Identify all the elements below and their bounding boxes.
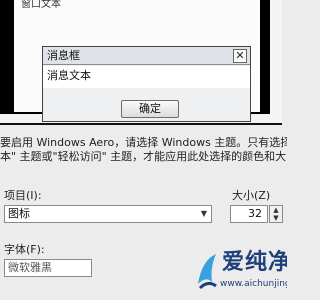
watermark-title: 爱纯净 [222, 250, 287, 275]
message-box-title-bar: 消息框 ✕ [43, 47, 250, 65]
message-box-body: 消息文本 [43, 66, 250, 88]
size-spinner[interactable]: ▲ ▼ [269, 205, 283, 223]
item-select[interactable]: 图标 ▼ [4, 205, 212, 223]
item-select-value: 图标 [8, 207, 30, 220]
message-box-preview: 消息框 ✕ 消息文本 确定 [42, 46, 251, 122]
message-box-text: 消息文本 [47, 69, 91, 82]
ok-button[interactable]: 确定 [121, 100, 179, 118]
window-color-appearance-dialog: 窗口文本 消息框 ✕ 消息文本 确定 要启用 Windows Aero，请选择 … [0, 0, 287, 300]
watermark-logo-icon [198, 254, 217, 290]
font-select-value: 微软雅黑 [8, 261, 52, 274]
spin-up-icon[interactable]: ▲ [270, 206, 282, 214]
message-box-title: 消息框 [47, 49, 80, 62]
description-text: 要启用 Windows Aero，请选择 Windows 主题。只有选择 本" … [0, 136, 287, 164]
spin-down-icon[interactable]: ▼ [270, 214, 282, 222]
font-label: 字体(F): [4, 243, 45, 256]
size-value: 32 [248, 207, 262, 220]
chevron-down-icon[interactable]: ▼ [201, 208, 207, 220]
watermark-url: www.aichunjing.com [220, 279, 287, 289]
size-label: 大小(Z) [232, 189, 271, 202]
description-line-1: 要启用 Windows Aero，请选择 Windows 主题。只有选择 [0, 136, 287, 149]
item-label: 项目(I): [4, 189, 42, 202]
watermark: 爱纯净 www.aichunjing.com [196, 250, 287, 298]
description-line-2: 本" 主题或"轻松访问" 主题，才能应用此处选择的颜色和大 [0, 150, 287, 163]
size-input[interactable]: 32 [230, 205, 268, 223]
font-select[interactable]: 微软雅黑 [4, 259, 92, 277]
window-text-label: 窗口文本 [21, 0, 61, 8]
close-icon[interactable]: ✕ [233, 49, 247, 63]
